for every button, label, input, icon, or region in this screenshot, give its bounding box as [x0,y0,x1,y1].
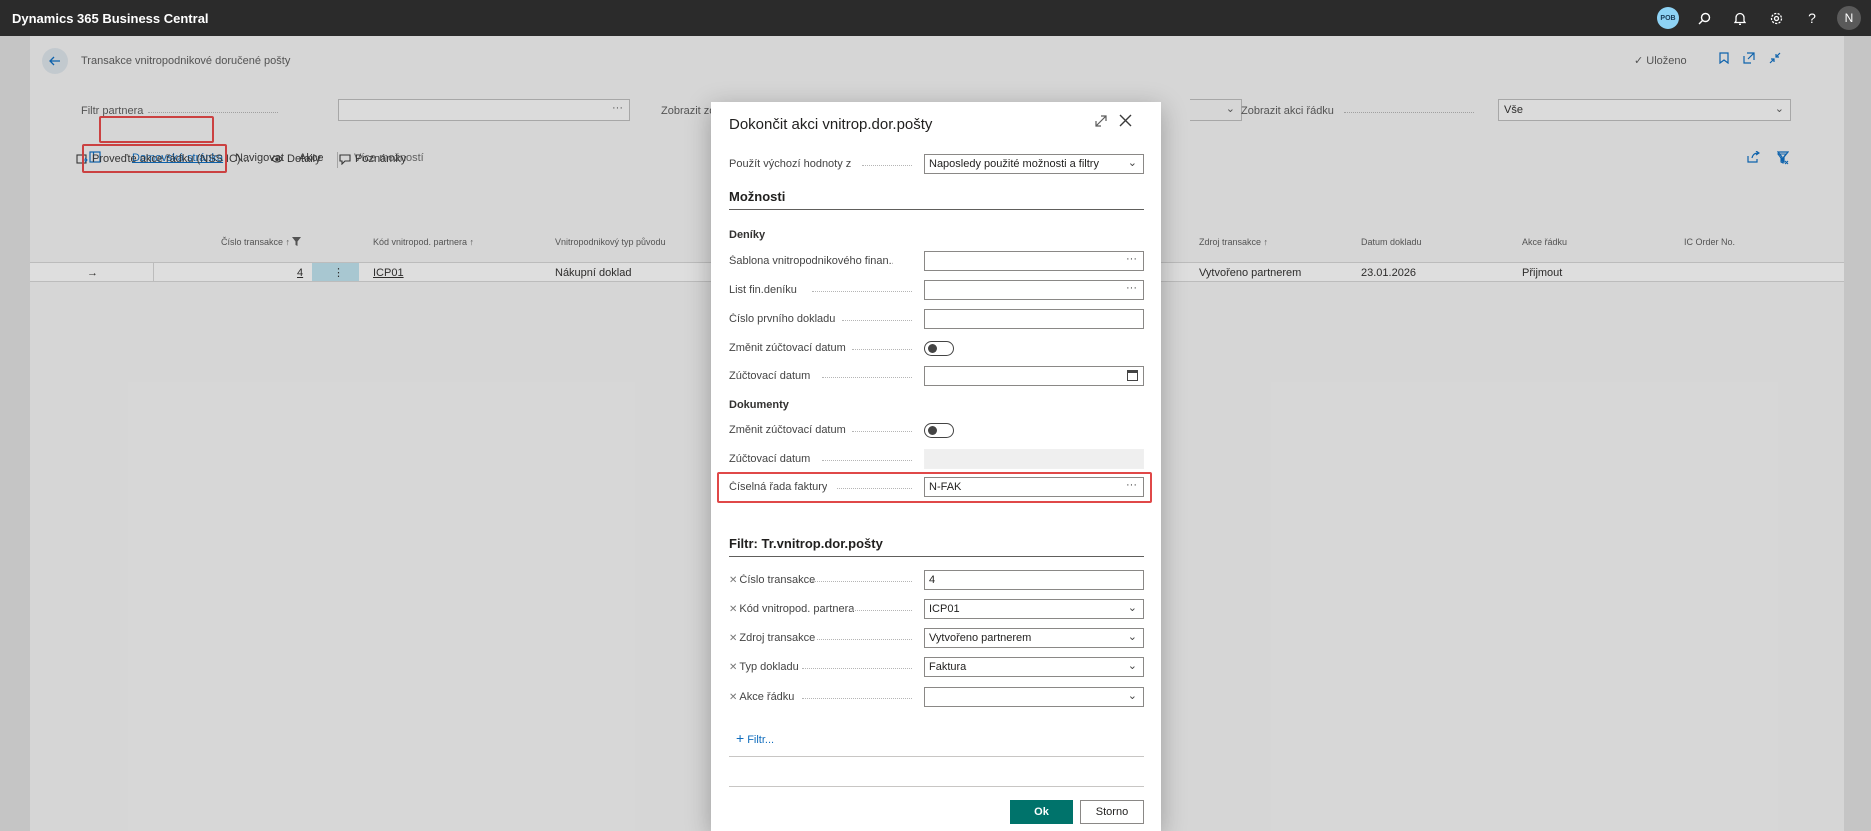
filter-source-dropdown[interactable]: Vytvořeno partnerem ⌄ [924,628,1144,648]
filter-partner-code-label-wrap: ✕ Kód vnitropod. partnera [729,603,854,615]
chevron-down-icon: ⌄ [1127,660,1137,672]
add-filter-button[interactable]: + Filtr... [736,730,774,746]
remove-filter-icon[interactable]: ✕ [729,575,737,586]
filter-line-action-dropdown[interactable]: ⌄ [924,687,1144,707]
journal-template-input[interactable]: ··· [924,251,1144,271]
dialog-title: Dokončit akci vnitrop.dor.pošty [729,116,933,133]
leader-dots [802,668,912,669]
filter-line-action-row: ✕ Akce řádku ⌄ [729,687,1144,707]
posting-date-label: Zúčtovací datum [729,370,811,382]
filter-partner-code-label: Kód vnitropod. partnera [739,603,855,615]
doc-posting-date-label: Zúčtovací datum [729,453,811,465]
chevron-down-icon: ⌄ [1127,157,1137,169]
filter-source-value: Vytvořeno partnerem [929,632,1032,644]
avatar[interactable]: N [1837,6,1861,30]
defaults-row: Použít výchozí hodnoty z Naposledy použi… [729,154,1144,174]
leader-dots [822,377,912,378]
divider [729,786,1144,787]
help-icon[interactable]: ? [1801,7,1823,29]
defaults-label: Použít výchozí hodnoty z [729,158,852,170]
filter-partner-code-dropdown[interactable]: ICP01 ⌄ [924,599,1144,619]
ellipsis-icon[interactable]: ··· [1126,253,1137,265]
journal-batch-label: List fin.deníku [729,284,797,296]
leader-dots [812,291,912,292]
filter-partner-code-value: ICP01 [929,603,960,615]
bell-icon[interactable] [1729,7,1751,29]
journal-template-row: Šablona vnitropodnikového finan... ··· [729,251,1144,271]
doc-change-posting-date-label: Změnit zúčtovací datum [729,424,846,436]
posting-date-row: Zúčtovací datum [729,366,1144,386]
doc-posting-date-row: Zúčtovací datum [729,449,1144,469]
filter-doc-type-dropdown[interactable]: Faktura ⌄ [924,657,1144,677]
change-posting-date-label: Změnit zúčtovací datum [729,342,846,354]
gear-icon[interactable] [1765,7,1787,29]
leader-dots [812,581,912,582]
journals-group-header: Deníky [729,229,766,241]
change-posting-date-row: Změnit zúčtovací datum [729,338,1144,358]
leader-dots [842,320,912,321]
posting-date-input[interactable] [924,366,1144,386]
filter-source-row: ✕ Zdroj transakce Vytvořeno partnerem ⌄ [729,628,1144,648]
filter-doc-type-label-wrap: ✕ Typ dokladu [729,661,799,673]
documents-group-header: Dokumenty [729,399,789,411]
journal-batch-row: List fin.deníku ··· [729,280,1144,300]
leader-dots [802,698,912,699]
divider [729,756,1144,757]
filter-transaction-no-label: Číslo transakce [739,574,816,586]
filter-doc-type-row: ✕ Typ dokladu Faktura ⌄ [729,657,1144,677]
filter-section-header[interactable]: Filtr: Tr.vnitrop.dor.pošty [729,536,1144,557]
filter-line-action-label: Akce řádku [739,691,795,703]
cancel-button[interactable]: Storno [1080,800,1144,824]
defaults-dropdown[interactable]: Naposledy použité možnosti a filtry ⌄ [924,154,1144,174]
top-bar: Dynamics 365 Business Central POB ? N [0,0,1871,36]
remove-filter-icon[interactable]: ✕ [729,692,737,703]
doc-change-posting-date-row: Změnit zúčtovací datum [729,420,1144,440]
remove-filter-icon[interactable]: ✕ [729,633,737,644]
app-title: Dynamics 365 Business Central [12,10,209,26]
journal-template-label: Šablona vnitropodnikového finan... [729,255,893,267]
filter-transaction-no-row: ✕ Číslo transakce 4 [729,570,1144,590]
plus-icon: + [736,730,745,746]
first-doc-no-label: Číslo prvního dokladu [729,313,836,325]
chevron-down-icon: ⌄ [1127,690,1137,702]
close-icon[interactable] [1119,112,1132,132]
leader-dots [852,349,912,350]
remove-filter-icon[interactable]: ✕ [729,604,737,615]
top-icons: POB ? N [1657,0,1861,36]
leader-dots [862,165,912,166]
expand-icon[interactable] [1095,114,1107,131]
first-doc-no-row: Číslo prvního dokladu [729,309,1144,329]
calendar-icon[interactable] [1127,370,1138,381]
leader-dots [852,431,912,432]
search-icon[interactable] [1693,7,1715,29]
filter-partner-code-row: ✕ Kód vnitropod. partnera ICP01 ⌄ [729,599,1144,619]
options-section-header[interactable]: Možnosti [729,189,1144,210]
journal-batch-input[interactable]: ··· [924,280,1144,300]
filter-source-label: Zdroj transakce [739,632,816,644]
add-filter-label: Filtr... [747,734,775,746]
chevron-down-icon: ⌄ [1127,602,1137,614]
change-posting-date-toggle[interactable] [924,341,954,356]
remove-filter-icon[interactable]: ✕ [729,662,737,673]
filter-source-label-wrap: ✕ Zdroj transakce [729,632,815,644]
highlight-invoice-series [717,472,1152,503]
ellipsis-icon[interactable]: ··· [1126,282,1137,294]
company-badge[interactable]: POB [1657,7,1679,29]
filter-transaction-no-input[interactable]: 4 [924,570,1144,590]
first-doc-no-input[interactable] [924,309,1144,329]
doc-change-posting-date-toggle[interactable] [924,423,954,438]
filter-line-action-label-wrap: ✕ Akce řádku [729,691,794,703]
filter-doc-type-label: Typ dokladu [739,661,799,673]
leader-dots [822,460,912,461]
doc-posting-date-input [924,449,1144,469]
leader-dots [817,639,912,640]
ok-button[interactable]: Ok [1010,800,1073,824]
chevron-down-icon: ⌄ [1127,631,1137,643]
leader-dots [852,610,912,611]
filter-transaction-no-label-wrap: ✕ Číslo transakce [729,574,815,586]
filter-doc-type-value: Faktura [929,661,967,673]
complete-action-dialog: Dokončit akci vnitrop.dor.pošty Použít v… [711,102,1161,831]
defaults-value: Naposledy použité možnosti a filtry [929,158,1099,170]
